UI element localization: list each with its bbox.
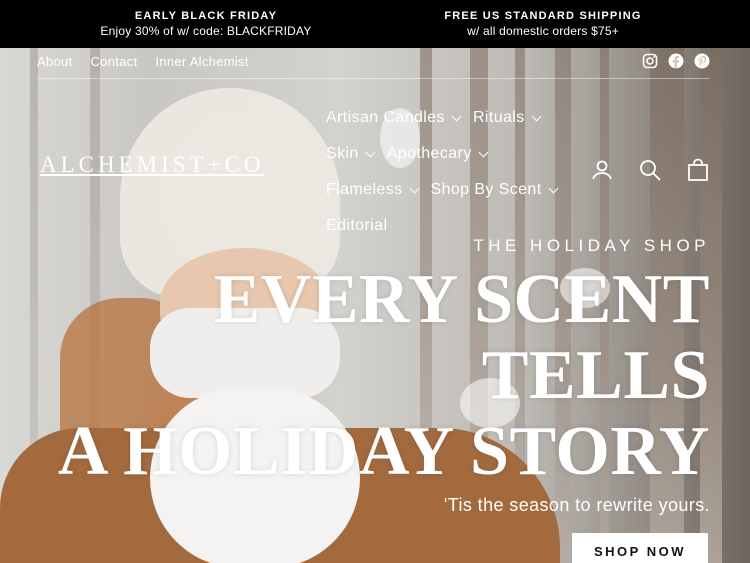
chevron-down-icon: [548, 183, 559, 193]
brand-logo[interactable]: ALCHEMIST+CO: [40, 152, 265, 178]
about-link[interactable]: About: [37, 54, 72, 69]
nav-item-label: Editorial: [326, 217, 388, 234]
chevron-down-icon: [531, 111, 542, 121]
nav-item-artisan-candles[interactable]: Artisan Candles: [326, 109, 462, 127]
announcement-bar: EARLY BLACK FRIDAY Enjoy 30% of w/ code:…: [0, 0, 750, 48]
shipping-title: FREE US STANDARD SHIPPING: [444, 10, 642, 22]
shipping-detail: w/ all domestic orders $75+: [467, 24, 619, 38]
header-actions: [590, 158, 710, 182]
nav-item-label: Rituals: [472, 109, 525, 126]
shop-now-button[interactable]: SHOP NOW: [572, 533, 708, 563]
nav-item-label: Apothecary: [386, 145, 472, 162]
contact-link[interactable]: Contact: [90, 54, 137, 69]
nav-item-skin[interactable]: Skin: [326, 145, 376, 163]
shipping-announcement[interactable]: FREE US STANDARD SHIPPING w/ all domesti…: [398, 9, 688, 39]
hero-headline: EVERY SCENT TELLS A HOLIDAY STORY: [10, 262, 710, 490]
headline-line: EVERY SCENT: [213, 261, 710, 338]
hero-eyebrow: THE HOLIDAY SHOP: [473, 236, 710, 255]
nav-item-label: Flameless: [326, 181, 403, 198]
promo-detail: Enjoy 30% of w/ code: BLACKFRIDAY: [100, 24, 312, 38]
chevron-down-icon: [451, 111, 462, 121]
chevron-down-icon: [365, 147, 376, 157]
account-icon[interactable]: [590, 158, 614, 182]
nav-item-shop-by-scent[interactable]: Shop By Scent: [430, 181, 559, 199]
header-divider: [37, 78, 710, 79]
instagram-icon[interactable]: [642, 53, 658, 69]
social-links: [642, 53, 710, 69]
headline-line: TELLS: [481, 337, 710, 414]
nav-item-flameless[interactable]: Flameless: [326, 181, 419, 199]
promo-title: EARLY BLACK FRIDAY: [134, 10, 278, 22]
main-nav: Artisan Candles Rituals Skin Apothecary …: [326, 100, 576, 244]
pinterest-icon[interactable]: [694, 53, 710, 69]
nav-item-apothecary[interactable]: Apothecary: [386, 145, 489, 163]
nav-item-label: Shop By Scent: [430, 181, 542, 198]
nav-item-rituals[interactable]: Rituals: [472, 109, 542, 127]
facebook-icon[interactable]: [668, 53, 684, 69]
nav-item-label: Skin: [326, 145, 359, 162]
utility-nav: About Contact Inner Alchemist: [37, 54, 249, 69]
chevron-down-icon: [478, 147, 489, 157]
promo-announcement[interactable]: EARLY BLACK FRIDAY Enjoy 30% of w/ code:…: [60, 9, 352, 39]
chevron-down-icon: [409, 183, 419, 193]
inner-alchemist-link[interactable]: Inner Alchemist: [155, 54, 248, 69]
nav-item-label: Artisan Candles: [326, 109, 445, 126]
search-icon[interactable]: [638, 158, 662, 182]
nav-item-editorial[interactable]: Editorial: [326, 217, 387, 235]
hero-subtext: 'Tis the season to rewrite yours.: [443, 495, 710, 515]
headline-line: A HOLIDAY STORY: [57, 413, 710, 490]
cart-icon[interactable]: [686, 158, 710, 182]
